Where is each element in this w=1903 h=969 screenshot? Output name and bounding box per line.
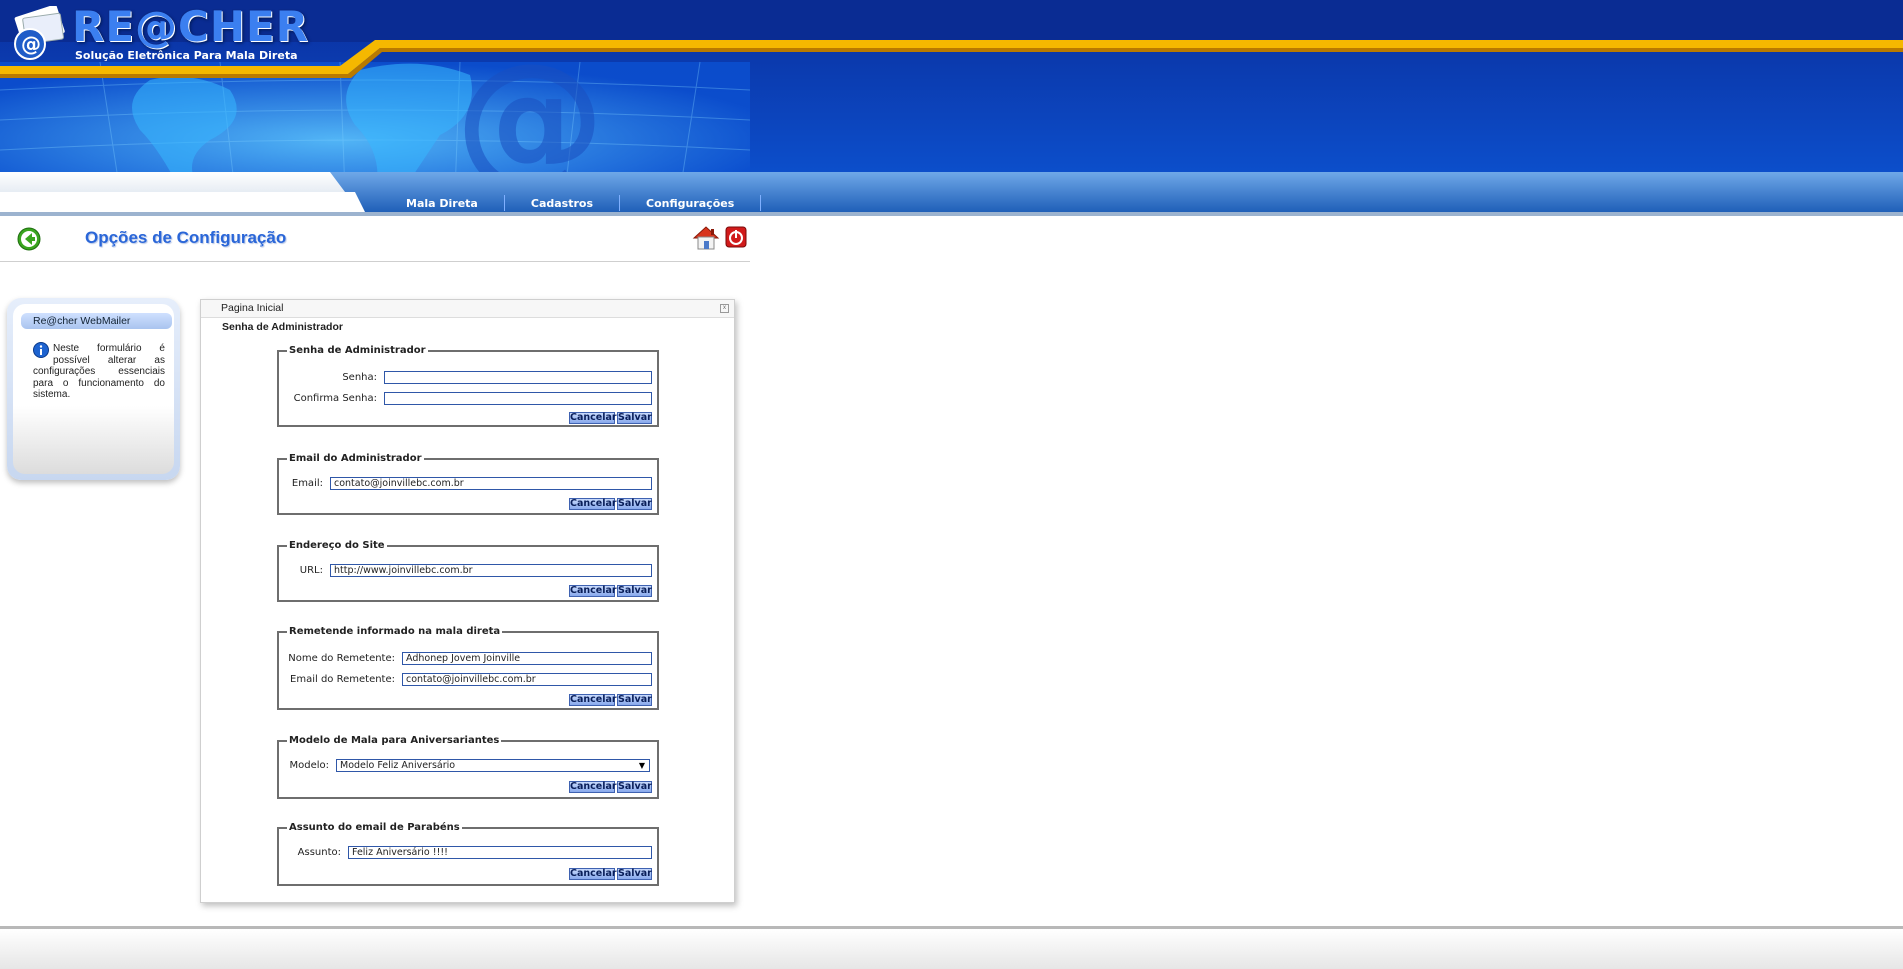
save-button[interactable]: Salvar [617, 781, 652, 793]
brand-name: RE@CHER [72, 2, 310, 51]
fieldset-legend: Remetende informado na mala direta [289, 626, 501, 637]
main-nav: Mala Direta Cadastros Configurações [380, 194, 762, 212]
home-icon[interactable] [692, 224, 720, 257]
fieldset-birthday-template: Modelo de Mala para Aniversariantes Mode… [277, 735, 659, 799]
fieldset-legend: Email do Administrador [289, 453, 422, 464]
sender-name-label: Nome do Remetente: [288, 653, 395, 664]
fieldset-legend: Senha de Administrador [289, 345, 426, 356]
site-url-input[interactable]: http://www.joinvillebc.com.br [330, 564, 652, 577]
subject-input[interactable]: Feliz Aniversário !!!! [348, 846, 652, 859]
config-panel: Pagina Inicial x Senha de Administrador … [200, 299, 735, 903]
page-footer [0, 926, 1903, 969]
panel-close-icon[interactable]: x [720, 304, 729, 313]
nav-cadastros[interactable]: Cadastros [505, 197, 619, 210]
fieldset-admin-password: Senha de Administrador Senha: Confirma S… [277, 345, 659, 427]
fieldset-birthday-subject: Assunto do email de Parabéns Assunto: Fe… [277, 822, 659, 886]
fieldset-sender: Remetende informado na mala direta Nome … [277, 626, 659, 710]
subject-label: Assunto: [297, 847, 341, 858]
model-select[interactable]: Modelo Feliz Aniversário [336, 759, 650, 772]
save-button[interactable]: Salvar [617, 412, 652, 424]
svg-text:@: @ [21, 32, 41, 56]
cancel-button[interactable]: Cancelar [569, 412, 617, 424]
password-label: Senha: [342, 372, 377, 383]
site-header: @ @ RE@CHER Solução Eletrônica Para Mala… [0, 0, 1903, 216]
model-label: Modelo: [289, 760, 329, 771]
brand-tagline: Solução Eletrônica Para Mala Direta [75, 49, 298, 62]
save-button[interactable]: Salvar [617, 498, 652, 510]
page-titlebar: Opções de Configuração [0, 216, 750, 262]
admin-email-input[interactable]: contato@joinvillebc.com.br [330, 477, 652, 490]
page-title: Opções de Configuração [85, 228, 287, 247]
info-icon [33, 342, 49, 362]
save-button[interactable]: Salvar [617, 868, 652, 880]
fieldset-legend: Assunto do email de Parabéns [289, 822, 460, 833]
sidebar-header: Re@cher WebMailer [21, 313, 172, 329]
sender-email-input[interactable]: contato@joinvillebc.com.br [402, 673, 652, 686]
sidebar-text: Neste formulário é possível alterar as c… [33, 343, 165, 400]
cancel-button[interactable]: Cancelar [569, 694, 617, 706]
confirm-password-label: Confirma Senha: [293, 393, 377, 404]
panel-tab: Pagina Inicial x [201, 300, 734, 318]
logout-power-icon[interactable] [725, 226, 747, 253]
fieldset-legend: Modelo de Mala para Aniversariantes [289, 735, 500, 746]
email-label: Email: [291, 478, 323, 489]
fieldset-site-address: Endereço do Site URL: http://www.joinvil… [277, 540, 659, 602]
confirm-password-input[interactable] [384, 392, 652, 405]
password-input[interactable] [384, 371, 652, 384]
panel-subtitle: Senha de Administrador [222, 321, 343, 333]
sidebar-help-text: Neste formulário é possível alterar as c… [33, 342, 165, 401]
url-label: URL: [299, 565, 323, 576]
save-button[interactable]: Salvar [617, 585, 652, 597]
cancel-button[interactable]: Cancelar [569, 868, 617, 880]
back-arrow-icon[interactable] [17, 227, 41, 256]
save-button[interactable]: Salvar [617, 694, 652, 706]
cancel-button[interactable]: Cancelar [569, 585, 617, 597]
nav-mala-direta[interactable]: Mala Direta [380, 197, 504, 210]
fieldset-legend: Endereço do Site [289, 540, 385, 551]
model-select-value: Modelo Feliz Aniversário [340, 760, 456, 771]
fieldset-admin-email: Email do Administrador Email: contato@jo… [277, 453, 659, 515]
sender-email-label: Email do Remetente: [290, 674, 395, 685]
panel-tab-label[interactable]: Pagina Inicial [221, 302, 283, 314]
nav-configuracoes[interactable]: Configurações [620, 197, 760, 210]
nav-separator [760, 195, 762, 211]
cancel-button[interactable]: Cancelar [569, 498, 617, 510]
sender-name-input[interactable]: Adhonep Jovem Joinville [402, 652, 652, 665]
cancel-button[interactable]: Cancelar [569, 781, 617, 793]
